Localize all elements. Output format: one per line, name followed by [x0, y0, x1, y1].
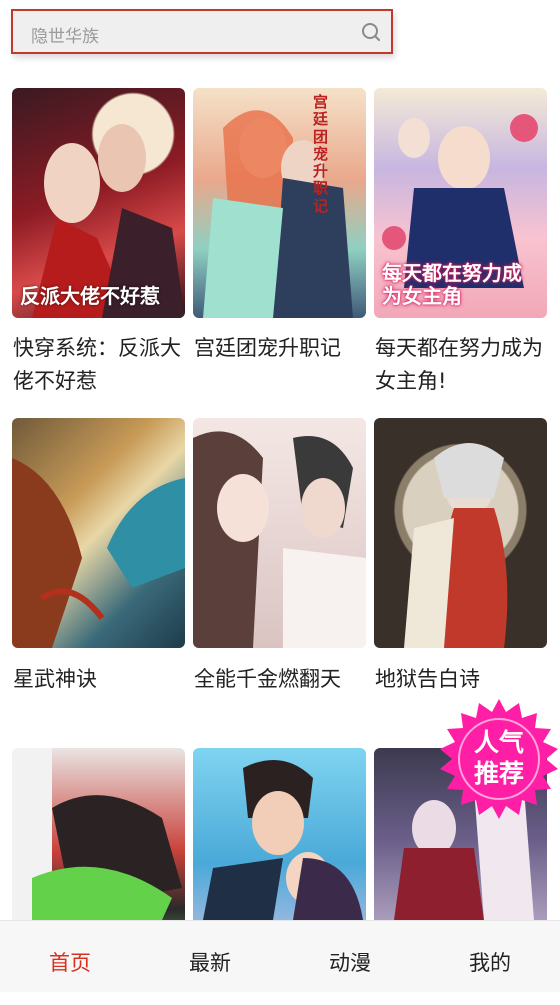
tab-latest[interactable]: 最新 [140, 921, 280, 992]
comic-cover[interactable]: 宫廷团宠升职记 [193, 88, 366, 318]
comic-title[interactable]: 快穿系统：反派大佬不好惹 [13, 332, 185, 398]
cover-title-text: 反派大佬不好惹 [20, 284, 160, 308]
cover-title-text: 每天都在努力成为女主角 [382, 261, 522, 308]
cover-art [203, 760, 363, 920]
cover-art [404, 443, 508, 648]
cover-art [12, 458, 185, 648]
popular-recommend-badge[interactable]: 人气 推荐 [439, 699, 559, 819]
comic-cover[interactable] [193, 418, 366, 648]
comic-cover[interactable] [12, 748, 185, 920]
tab-mine[interactable]: 我的 [420, 921, 560, 992]
comic-cover[interactable] [374, 418, 547, 648]
comic-title[interactable]: 星武神诀 [13, 663, 185, 696]
search-bar[interactable]: 隐世华族 [11, 9, 393, 54]
comic-cover[interactable]: 反派大佬不好惹 [12, 88, 185, 318]
tab-anime[interactable]: 动漫 [280, 921, 420, 992]
cover-art [203, 110, 353, 318]
badge-line1: 人气 [473, 728, 524, 757]
cover-art [193, 431, 366, 648]
badge-label: 人气 推荐 [439, 727, 559, 789]
comic-title[interactable]: 宫廷团宠升职记 [194, 332, 366, 365]
comic-title[interactable]: 全能千金燃翻天 [194, 663, 366, 696]
search-icon[interactable] [361, 22, 381, 42]
search-input[interactable]: 隐世华族 [31, 22, 99, 47]
comic-cover[interactable] [12, 418, 185, 648]
comic-cover[interactable] [193, 748, 366, 920]
comic-title[interactable]: 每天都在努力成为女主角! [375, 332, 547, 398]
badge-line2: 推荐 [473, 759, 524, 788]
comic-title[interactable]: 地狱告白诗 [375, 663, 547, 696]
tab-home[interactable]: 首页 [0, 921, 140, 992]
bottom-tab-bar: 首页 最新 动漫 我的 [0, 920, 560, 992]
cover-art [12, 748, 182, 920]
comic-cover[interactable]: 每天都在努力成为女主角 [374, 88, 547, 318]
cover-title-text: 宫廷团宠升职记 [313, 93, 329, 215]
